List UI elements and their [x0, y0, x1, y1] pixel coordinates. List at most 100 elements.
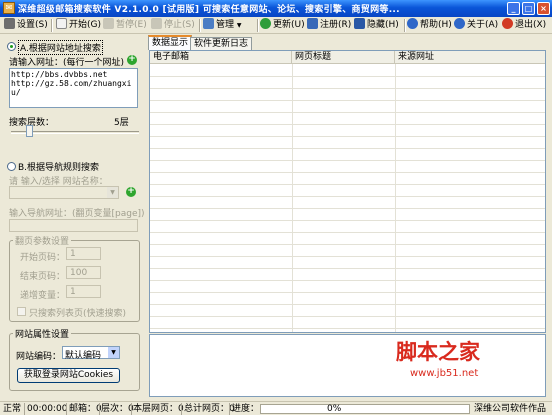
get-cookies-button[interactable]: 获取登录网站Cookies	[17, 368, 120, 383]
add-url-icon[interactable]: +	[127, 55, 137, 65]
encoding-value: 默认编码	[65, 351, 102, 361]
close-button[interactable]: ×	[537, 2, 550, 15]
play-icon	[56, 18, 67, 29]
site-attr-title: 网站属性设置	[13, 327, 72, 340]
left-panel: A.根据网站地址搜索 请输入网址：(每行一个网址) + http://bbs.d…	[3, 36, 145, 399]
toolbar: 设置(S) 开始(G) 暂停(E) 停止(S) 管理 ▼ 更新(U) 注册(R)…	[0, 17, 552, 34]
grid-row-line	[150, 280, 545, 281]
pause-button[interactable]: 暂停(E)	[103, 18, 147, 32]
register-button[interactable]: 注册(R)	[307, 18, 351, 32]
update-button[interactable]: 更新(U)	[260, 18, 305, 32]
depth-slider-thumb[interactable]	[25, 125, 33, 137]
result-grid[interactable]: 电子邮箱 网页标题 来源网址	[149, 50, 546, 333]
grid-row-line	[150, 292, 545, 293]
increment-spinner[interactable]: 1	[66, 285, 101, 298]
maximize-button[interactable]: □	[522, 2, 535, 15]
about-button[interactable]: 关于(A)	[454, 18, 498, 32]
exit-button[interactable]: 退出(X)	[502, 18, 546, 32]
end-page-value: 100	[70, 268, 88, 278]
settings-button[interactable]: 设置(S)	[4, 18, 48, 32]
status-page: 本层网页：0	[133, 404, 184, 414]
start-button[interactable]: 开始(G)	[56, 18, 101, 32]
nav-url-label: 输入导航网址：(翻页变量[page])	[9, 209, 145, 219]
only-list-checkbox[interactable]	[17, 307, 26, 316]
add-site-icon[interactable]: +	[126, 187, 136, 197]
grid-row-line	[150, 112, 545, 113]
status-time: 00:00:00	[27, 404, 68, 414]
increment-label: 递增变量：	[20, 291, 66, 301]
jb51-watermark-logo: 脚本之家 www.jb51.net	[396, 339, 481, 379]
col-header-source[interactable]: 来源网址	[395, 51, 545, 64]
window-title: 深维超级邮箱搜索软件 V2.1.0.0 [试用版] 可搜索任意网站、论坛、搜索引…	[18, 5, 400, 15]
start-page-value: 1	[70, 249, 76, 259]
grid-row-line	[150, 232, 545, 233]
status-total: 总计网页：0	[184, 404, 235, 414]
chevron-down-icon[interactable]: ▼	[107, 187, 118, 198]
stop-button[interactable]: 停止(S)	[151, 18, 195, 32]
help-icon	[407, 18, 418, 29]
status-progress-label: 进度：	[232, 404, 260, 414]
minimize-button[interactable]: _	[507, 2, 520, 15]
progress-value: 0%	[327, 404, 342, 414]
col-header-title[interactable]: 网页标题	[292, 51, 395, 64]
radio-site-url[interactable]	[7, 42, 16, 51]
status-state: 正常	[3, 404, 22, 414]
refresh-icon	[260, 18, 271, 29]
watermark-logo-text: 脚本之家	[396, 339, 481, 364]
scissors-icon	[4, 18, 15, 29]
progress-bar: 0%	[260, 404, 470, 414]
grid-row-line	[150, 268, 545, 269]
section-b-label[interactable]: B.根据导航规则搜索	[18, 160, 99, 173]
grid-row-line	[150, 220, 545, 221]
register-icon	[307, 18, 318, 29]
site-name-select[interactable]: ▼	[9, 186, 119, 199]
grid-row-line	[150, 88, 545, 89]
grid-row-line	[150, 316, 545, 317]
end-page-label: 结束页码：	[20, 272, 66, 282]
status-mail-count: 邮箱：0	[69, 404, 102, 414]
manage-icon	[203, 18, 214, 29]
paging-group-title: 翻页参数设置	[13, 234, 72, 247]
encoding-select[interactable]: 默认编码 ▼	[62, 346, 120, 361]
col-header-email[interactable]: 电子邮箱	[150, 51, 292, 64]
grid-row-line	[150, 172, 545, 173]
help-button[interactable]: 帮助(H)	[407, 18, 452, 32]
grid-row-line	[150, 184, 545, 185]
grid-row-line	[150, 244, 545, 245]
section-a-label[interactable]: A.根据网站地址搜索	[18, 40, 103, 55]
nav-url-input[interactable]	[9, 219, 138, 232]
url-input-label: 请输入网址：(每行一个网址)	[9, 58, 125, 68]
stop-icon	[151, 18, 162, 29]
search-depth-value: 5层	[114, 118, 129, 128]
grid-row-line	[150, 124, 545, 125]
manage-button[interactable]: 管理 ▼	[203, 18, 242, 32]
start-page-label: 开始页码：	[20, 253, 66, 263]
grid-row-line	[150, 208, 545, 209]
grid-row-line	[150, 328, 545, 329]
status-level: 层次：0	[101, 404, 134, 414]
status-bar: 正常 00:00:00 邮箱：0 层次：0 本层网页：0 总计网页：0 进度： …	[0, 401, 552, 415]
tab-data-display[interactable]: 数据显示	[148, 35, 193, 50]
pause-icon	[103, 18, 114, 29]
url-textarea[interactable]: http://bbs.dvbbs.net http://gz.58.com/zh…	[9, 68, 138, 108]
grid-row-line	[150, 160, 545, 161]
grid-row-line	[150, 100, 545, 101]
manage-dropdown-icon[interactable]: ▼	[237, 22, 242, 29]
grid-row-line	[150, 136, 545, 137]
info-icon	[454, 18, 465, 29]
grid-row-line	[150, 76, 545, 77]
end-page-spinner[interactable]: 100	[66, 266, 101, 279]
hide-button[interactable]: 隐藏(H)	[354, 18, 399, 32]
grid-row-line	[150, 148, 545, 149]
watermark-url: www.jb51.net	[410, 368, 478, 379]
title-bar: ✉ 深维超级邮箱搜索软件 V2.1.0.0 [试用版] 可搜索任意网站、论坛、搜…	[0, 0, 552, 17]
tab-update-log[interactable]: 软件更新日志	[190, 37, 253, 51]
encoding-label: 网站编码：	[16, 352, 62, 362]
status-company: 深维公司软件作品	[474, 404, 547, 414]
radio-nav-rule[interactable]	[7, 162, 16, 171]
increment-value: 1	[70, 287, 76, 297]
exit-icon	[502, 18, 513, 29]
chevron-down-icon[interactable]: ▼	[108, 347, 119, 358]
start-page-spinner[interactable]: 1	[66, 247, 101, 260]
grid-row-line	[150, 256, 545, 257]
